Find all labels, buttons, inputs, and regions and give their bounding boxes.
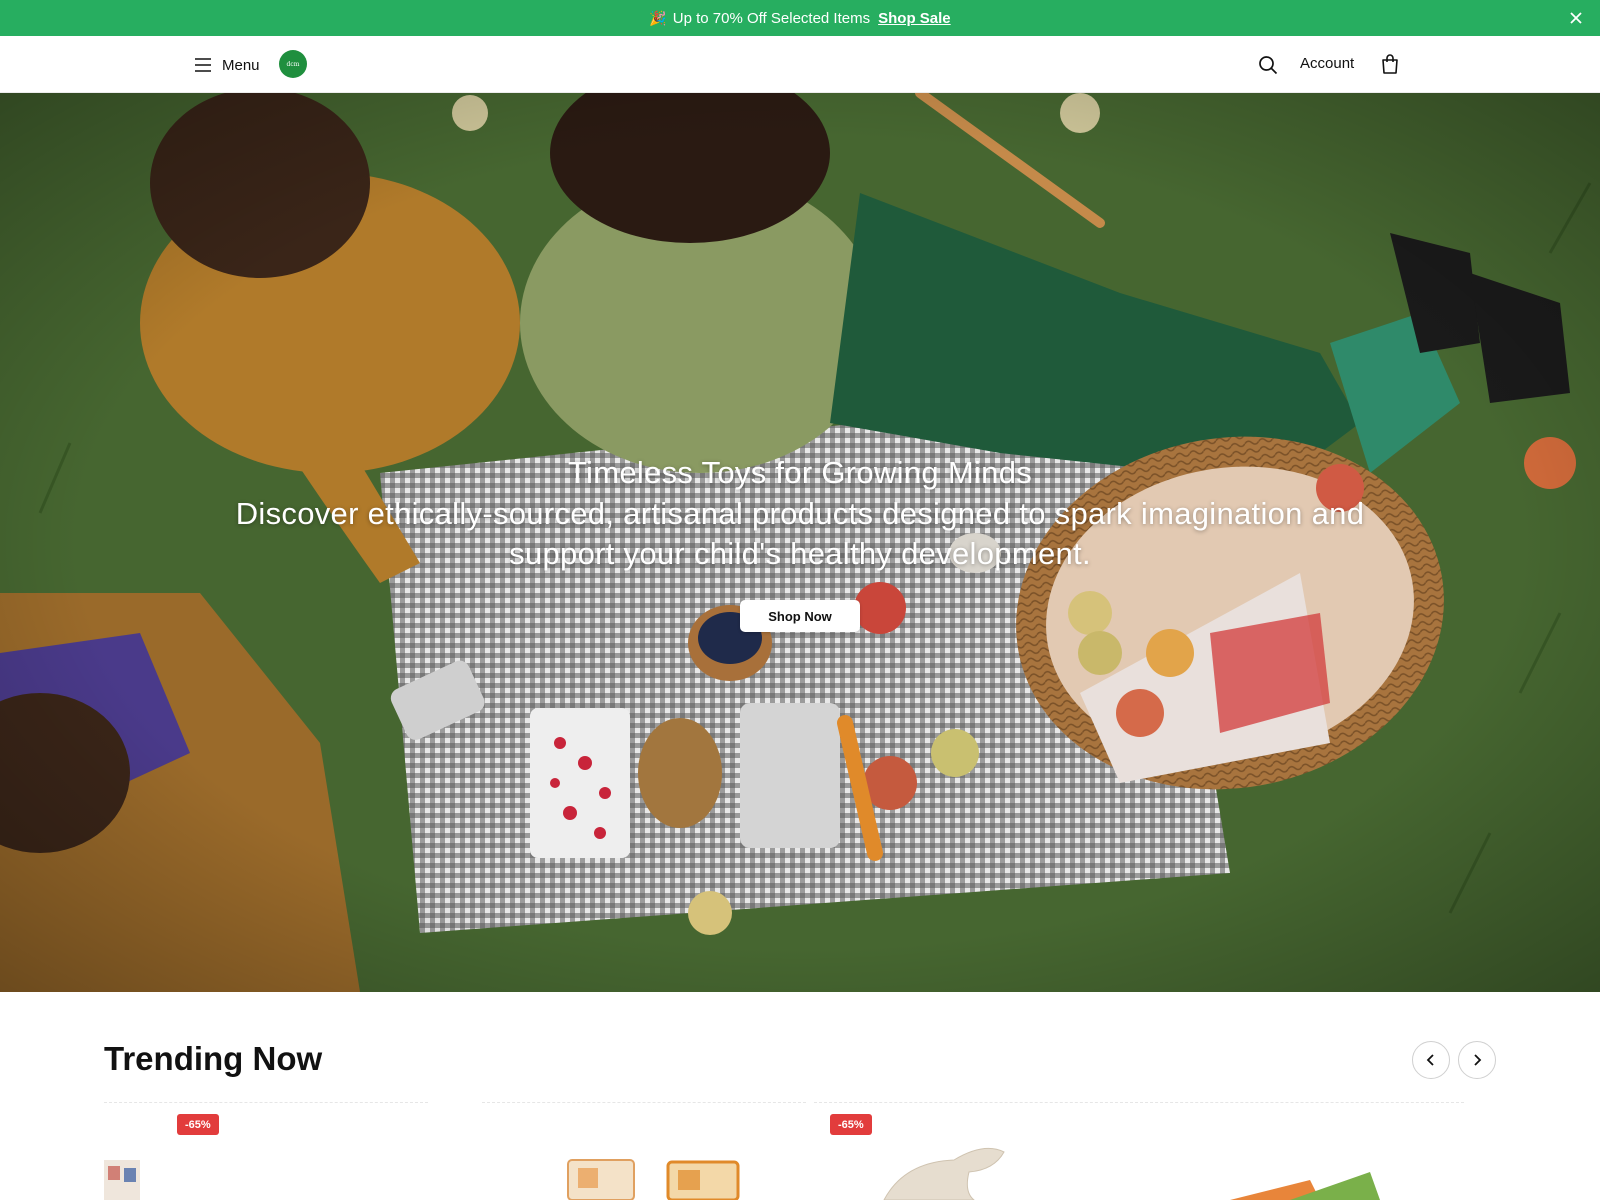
product-image <box>1230 1172 1380 1200</box>
hamburger-icon <box>195 58 211 72</box>
chevron-right-icon <box>1474 1054 1482 1066</box>
discount-badge: -65% <box>830 1114 872 1135</box>
shop-now-button[interactable]: Shop Now <box>740 600 860 632</box>
logo-text: dcm <box>286 60 300 68</box>
shop-sale-link[interactable]: Shop Sale <box>878 10 951 27</box>
announcement-text: Up to 70% Off Selected Items <box>672 9 871 27</box>
product-carousel: -65% -65% <box>104 1102 1496 1200</box>
card-divider <box>482 1102 806 1103</box>
party-icon: 🎉 <box>649 9 667 26</box>
menu-label: Menu <box>222 56 260 74</box>
search-icon[interactable] <box>1257 54 1279 76</box>
site-logo[interactable]: dcm <box>279 50 307 78</box>
chevron-left-icon <box>1426 1054 1434 1066</box>
hero-subtitle: Discover ethically-sourced, artisanal pr… <box>235 496 1365 571</box>
site-header: Menu dcm Account <box>0 36 1600 93</box>
product-card[interactable]: -65% <box>814 1102 1138 1200</box>
close-icon[interactable] <box>1566 8 1586 28</box>
announcement-bar: 🎉 Up to 70% Off Selected Items Shop Sale <box>0 0 1600 36</box>
product-card[interactable]: -65% <box>104 1102 428 1200</box>
account-link[interactable]: Account <box>1300 55 1354 72</box>
product-image <box>567 1159 740 1200</box>
shopping-bag-icon[interactable] <box>1380 53 1400 75</box>
product-card[interactable] <box>1140 1102 1464 1200</box>
discount-badge: -65% <box>177 1114 219 1135</box>
hero-banner: Timeless Toys for Growing Minds Discover… <box>0 93 1600 992</box>
product-card[interactable] <box>482 1102 806 1200</box>
product-image <box>104 1160 140 1200</box>
trending-title: Trending Now <box>104 1040 323 1077</box>
card-divider <box>1140 1102 1464 1103</box>
hero-title: Timeless Toys for Growing Minds <box>567 455 1033 490</box>
menu-button[interactable]: Menu <box>194 52 260 78</box>
card-divider <box>814 1102 1138 1103</box>
carousel-next-button[interactable] <box>1458 1041 1496 1079</box>
card-divider <box>104 1102 428 1103</box>
carousel-prev-button[interactable] <box>1412 1041 1450 1079</box>
product-image <box>883 1147 1005 1200</box>
